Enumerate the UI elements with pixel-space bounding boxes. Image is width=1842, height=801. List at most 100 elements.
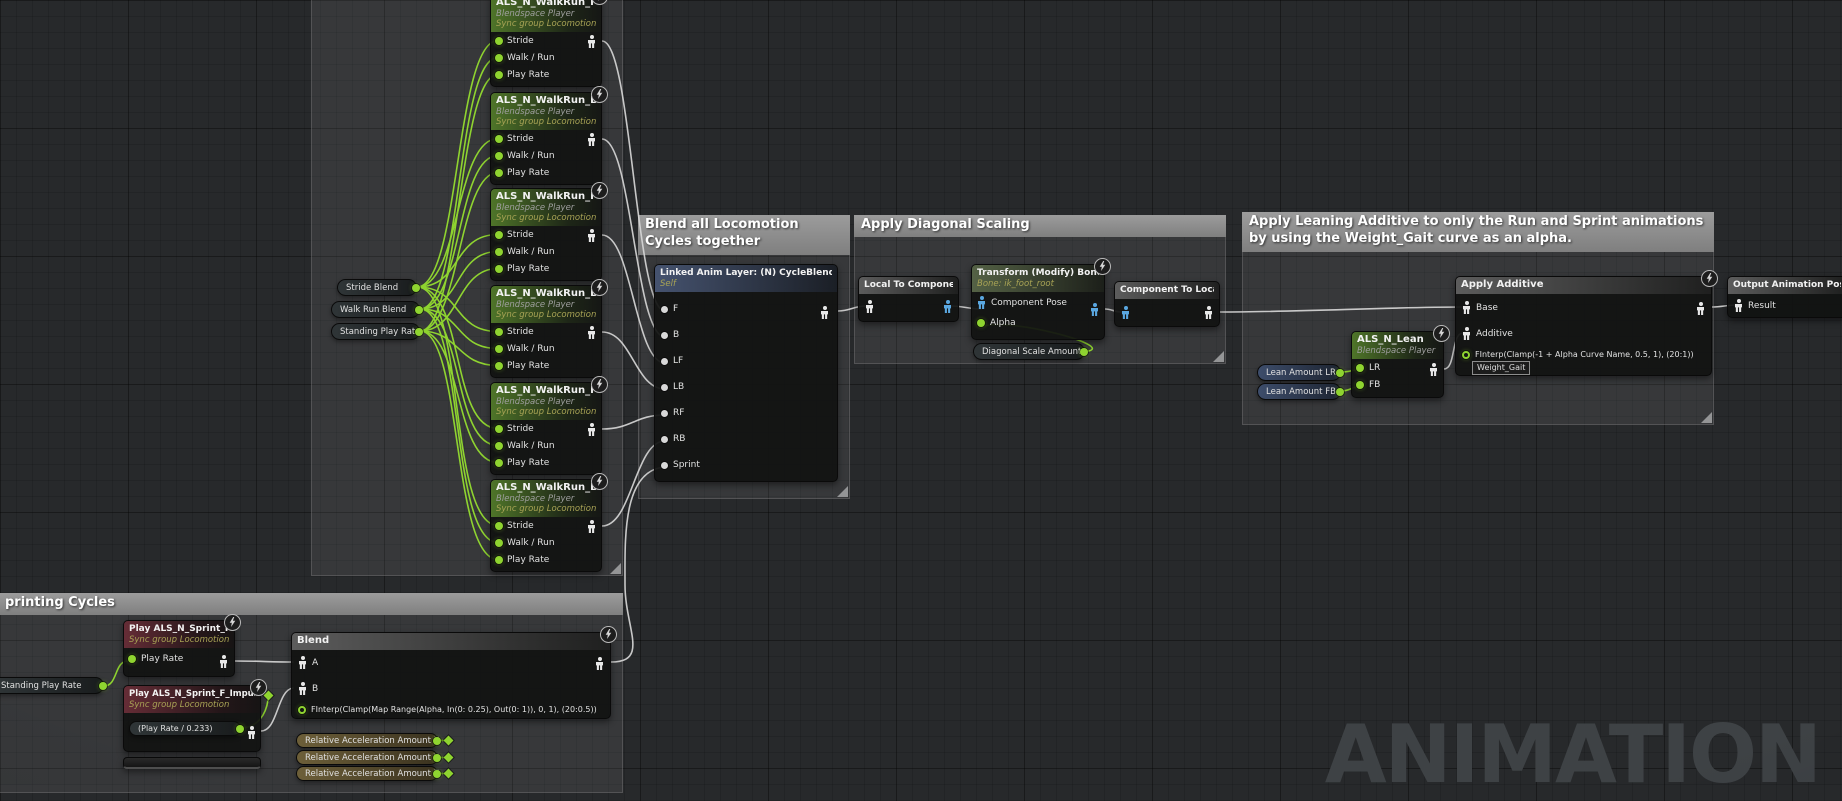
pill-lean-amount-lr[interactable]: Lean Amount LR <box>1257 364 1341 381</box>
play-rate-expression-pill[interactable]: (Play Rate / 0.233) <box>129 721 241 736</box>
pose-b-in-icon[interactable] <box>298 682 307 695</box>
node-header[interactable]: Output Animation Pose <box>1728 277 1842 294</box>
node-walkrun-b[interactable]: ALS_N_WalkRun_B Blendspace Player Sync g… <box>490 92 602 185</box>
component-pose-out-icon[interactable] <box>1090 303 1099 316</box>
node-linked-anim-layer[interactable]: Linked Anim Layer: (N) CycleBlending Sel… <box>654 264 838 482</box>
base-pose-in-icon[interactable] <box>1462 301 1471 314</box>
pose-in-pin[interactable] <box>661 384 668 391</box>
blueprint-graph-canvas[interactable]: { "watermark": "ANIMATION", "colors": { … <box>0 0 1842 785</box>
walk-run-pin[interactable] <box>495 345 503 353</box>
comment-title[interactable]: Apply Diagonal Scaling <box>854 215 1226 237</box>
resize-grip-icon[interactable] <box>610 563 621 574</box>
output-pin[interactable] <box>236 725 244 733</box>
additive-pose-in-icon[interactable] <box>1462 327 1471 340</box>
stride-pin[interactable] <box>495 328 503 336</box>
pose-out-icon[interactable] <box>587 229 596 242</box>
pose-in-pin[interactable] <box>661 462 668 469</box>
output-pin[interactable] <box>1336 388 1344 396</box>
alpha-pin[interactable] <box>977 319 985 327</box>
component-pose-in-icon[interactable] <box>977 296 986 309</box>
play-rate-pin[interactable] <box>495 459 503 467</box>
node-als-n-lean[interactable]: ALS_N_Lean Blendspace Player LR FB <box>1351 331 1444 398</box>
play-rate-pin[interactable] <box>495 169 503 177</box>
pose-out-icon[interactable] <box>1204 306 1213 319</box>
component-pose-in-icon[interactable] <box>1121 306 1130 319</box>
component-pose-out-icon[interactable] <box>943 300 952 313</box>
pill-rel-accel-x[interactable]: Relative Acceleration Amount X <box>296 733 438 748</box>
pose-in-pin[interactable] <box>661 436 668 443</box>
pill-stride-blend[interactable]: Stride Blend <box>337 279 417 296</box>
node-transform-modify-bone[interactable]: Transform (Modify) Bone Bone: ik_foot_ro… <box>971 264 1105 340</box>
lr-pin[interactable] <box>1356 364 1364 372</box>
pose-out-icon[interactable] <box>595 657 604 670</box>
node-output-animation-pose[interactable]: Output Animation Pose Result <box>1727 276 1842 318</box>
pill-diagonal-scale-amount[interactable]: Diagonal Scale Amount <box>973 343 1085 360</box>
result-pose-in-icon[interactable] <box>1734 299 1743 312</box>
walk-run-pin[interactable] <box>495 539 503 547</box>
node-header[interactable]: Local To Component <box>859 277 958 294</box>
output-pin[interactable] <box>99 682 107 690</box>
node-header[interactable]: ALS_N_WalkRun_F Blendspace Player Sync g… <box>491 0 601 32</box>
node-collapsed-bar[interactable] <box>123 757 261 769</box>
stride-pin[interactable] <box>495 231 503 239</box>
walk-run-pin[interactable] <box>495 54 503 62</box>
pill-standing-play-rate-2[interactable]: Standing Play Rate <box>0 677 104 694</box>
node-header[interactable]: ALS_N_WalkRun_BR Blendspace Player Sync … <box>491 480 601 517</box>
stride-pin[interactable] <box>495 37 503 45</box>
walk-run-pin[interactable] <box>495 248 503 256</box>
node-blend[interactable]: Blend A B FInterp(Clamp(Map Range(Alpha,… <box>291 632 611 719</box>
node-walkrun-br[interactable]: ALS_N_WalkRun_BR Blendspace Player Sync … <box>490 479 602 572</box>
pose-out-icon[interactable] <box>219 655 228 668</box>
output-pin[interactable] <box>415 306 423 314</box>
pill-walk-run-blend[interactable]: Walk Run Blend <box>331 301 420 318</box>
node-header[interactable]: Component To Local <box>1115 282 1219 299</box>
pill-rel-accel-z[interactable]: Relative Acceleration Amount Z <box>296 766 438 781</box>
pose-in-pin[interactable] <box>661 410 668 417</box>
pose-out-icon[interactable] <box>820 306 829 319</box>
walk-run-pin[interactable] <box>495 442 503 450</box>
resize-grip-icon[interactable] <box>1701 412 1712 423</box>
node-walkrun-bl[interactable]: ALS_N_WalkRun_BL Blendspace Player Sync … <box>490 285 602 378</box>
node-header[interactable]: Play ALS_N_Sprint_F Sync group Locomotio… <box>124 621 234 648</box>
node-walkrun-fr[interactable]: ALS_N_WalkRun_FR Blendspace Player Sync … <box>490 382 602 475</box>
alpha-pin[interactable] <box>1462 351 1470 359</box>
node-walkrun-fl[interactable]: ALS_N_WalkRun_FL Blendspace Player Sync … <box>490 188 602 281</box>
pose-out-icon[interactable] <box>1696 302 1705 315</box>
node-play-sprint-f[interactable]: Play ALS_N_Sprint_F Sync group Locomotio… <box>123 620 235 677</box>
output-pin[interactable] <box>1080 348 1088 356</box>
pose-out-icon[interactable] <box>587 520 596 533</box>
output-pin[interactable] <box>1336 369 1344 377</box>
pose-in-pin[interactable] <box>661 358 668 365</box>
pose-out-icon[interactable] <box>247 726 256 739</box>
pose-out-icon[interactable] <box>587 133 596 146</box>
node-header[interactable]: Blend <box>292 633 610 650</box>
pose-out-icon[interactable] <box>587 326 596 339</box>
node-header[interactable]: ALS_N_Lean Blendspace Player <box>1352 332 1443 359</box>
output-pin[interactable] <box>415 328 423 336</box>
stride-pin[interactable] <box>495 135 503 143</box>
resize-grip-icon[interactable] <box>837 486 848 497</box>
stride-pin[interactable] <box>495 425 503 433</box>
comment-title[interactable]: Apply Leaning Additive to only the Run a… <box>1242 212 1714 252</box>
pose-out-icon[interactable] <box>587 35 596 48</box>
play-rate-pin[interactable] <box>495 265 503 273</box>
node-header[interactable]: Transform (Modify) Bone Bone: ik_foot_ro… <box>972 265 1104 292</box>
node-header[interactable]: ALS_N_WalkRun_B Blendspace Player Sync g… <box>491 93 601 130</box>
play-rate-pin[interactable] <box>495 362 503 370</box>
pose-in-pin[interactable] <box>661 306 668 313</box>
node-header[interactable]: Apply Additive <box>1456 277 1711 294</box>
curve-name-box[interactable]: Weight_Gait <box>1472 361 1530 375</box>
node-header[interactable]: ALS_N_WalkRun_BL Blendspace Player Sync … <box>491 286 601 323</box>
fb-pin[interactable] <box>1356 381 1364 389</box>
walk-run-pin[interactable] <box>495 152 503 160</box>
pose-a-in-icon[interactable] <box>298 656 307 669</box>
node-header[interactable]: Play ALS_N_Sprint_F_Impulse Sync group L… <box>124 686 260 713</box>
pose-in-pin[interactable] <box>661 332 668 339</box>
output-pin[interactable] <box>433 770 441 778</box>
output-pin[interactable] <box>433 754 441 762</box>
node-local-to-component[interactable]: Local To Component <box>858 276 959 322</box>
node-walkrun-f[interactable]: ALS_N_WalkRun_F Blendspace Player Sync g… <box>490 0 602 87</box>
node-header[interactable]: ALS_N_WalkRun_FR Blendspace Player Sync … <box>491 383 601 420</box>
node-apply-additive[interactable]: Apply Additive Base Additive FInterp(Cla… <box>1455 276 1712 376</box>
pill-standing-play-rate[interactable]: Standing Play Rate <box>331 323 420 340</box>
